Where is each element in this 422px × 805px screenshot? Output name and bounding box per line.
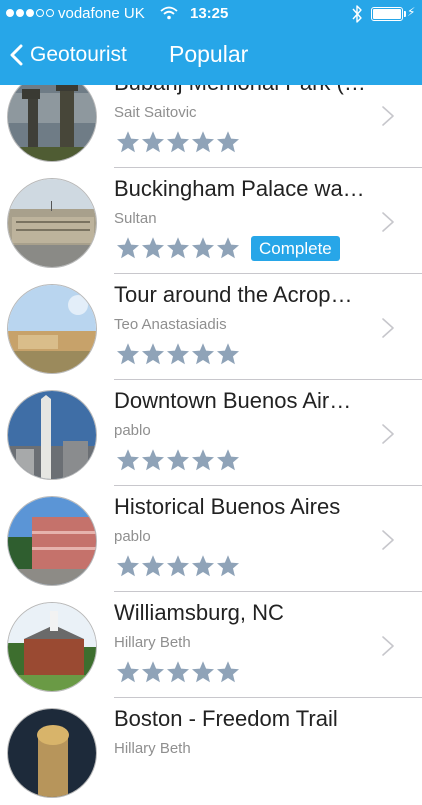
star-icon: [116, 130, 140, 154]
nav-header: vodafone UK 13:25 ⚡ Geotourist Popular: [0, 0, 422, 85]
rating-stars: [116, 660, 240, 684]
tour-title: Tour around the Acrop…: [114, 282, 353, 307]
star-icon: [191, 236, 215, 260]
tour-author: pablo: [114, 422, 151, 439]
chevron-right-icon: [382, 636, 394, 656]
rating-stars: [116, 130, 240, 154]
charging-icon: ⚡: [407, 5, 416, 19]
tour-author: Sait Saitovic: [114, 104, 197, 121]
star-icon: [141, 236, 165, 260]
star-icon: [166, 342, 190, 366]
star-icon: [141, 130, 165, 154]
row-divider: [114, 591, 422, 592]
star-icon: [166, 236, 190, 260]
chevron-right-icon: [382, 530, 394, 550]
list-item[interactable]: Tour around the Acrop… Teo Anastasiadis: [0, 276, 422, 381]
star-icon: [216, 660, 240, 684]
battery-icon: [371, 7, 406, 21]
tour-thumbnail: [7, 708, 97, 798]
tour-thumbnail: [7, 178, 97, 268]
clock-time: 13:25: [190, 5, 229, 22]
tour-title: Buckingham Palace wa…: [114, 176, 365, 201]
star-icon: [191, 660, 215, 684]
signal-strength-icon: [6, 9, 54, 17]
tour-author: Teo Anastasiadis: [114, 316, 227, 333]
star-icon: [116, 554, 140, 578]
list-item[interactable]: Williamsburg, NC Hillary Beth: [0, 594, 422, 699]
star-icon: [141, 554, 165, 578]
chevron-right-icon: [382, 318, 394, 338]
tour-author: pablo: [114, 528, 151, 545]
status-bar: vodafone UK 13:25 ⚡: [0, 0, 422, 28]
star-icon: [166, 660, 190, 684]
star-icon: [116, 236, 140, 260]
row-divider: [114, 697, 422, 698]
list-item[interactable]: Boston - Freedom Trail Hillary Beth: [0, 700, 422, 805]
tour-title: Williamsburg, NC: [114, 600, 284, 625]
chevron-left-icon: [10, 44, 23, 66]
tour-thumbnail: [7, 72, 97, 162]
star-icon: [141, 660, 165, 684]
row-divider: [114, 273, 422, 274]
rating-stars: [116, 236, 240, 260]
row-divider: [114, 167, 422, 168]
tour-thumbnail: [7, 602, 97, 692]
star-icon: [116, 448, 140, 472]
rating-stars: [116, 342, 240, 366]
tour-thumbnail: [7, 496, 97, 586]
star-icon: [116, 660, 140, 684]
star-icon: [216, 130, 240, 154]
tour-title: Downtown Buenos Air…: [114, 388, 352, 413]
tour-author: Sultan: [114, 210, 157, 227]
star-icon: [191, 130, 215, 154]
tour-list[interactable]: Bubanj Memorial Park (… Sait Saitovic Bu…: [0, 0, 422, 798]
tour-author: Hillary Beth: [114, 740, 191, 757]
rating-stars: [116, 448, 240, 472]
star-icon: [141, 448, 165, 472]
bluetooth-icon: [352, 5, 362, 23]
chevron-right-icon: [382, 212, 394, 232]
page-title: Popular: [169, 41, 249, 67]
star-icon: [216, 554, 240, 578]
star-icon: [216, 236, 240, 260]
star-icon: [191, 554, 215, 578]
chevron-right-icon: [382, 106, 394, 126]
back-label: Geotourist: [30, 43, 127, 66]
star-icon: [116, 342, 140, 366]
tour-title: Historical Buenos Aires: [114, 494, 341, 519]
star-icon: [166, 130, 190, 154]
back-button[interactable]: Geotourist: [10, 38, 127, 72]
chevron-right-icon: [382, 424, 394, 444]
star-icon: [141, 342, 165, 366]
tour-thumbnail: [7, 390, 97, 480]
row-divider: [114, 379, 422, 380]
tour-author: Hillary Beth: [114, 634, 191, 651]
star-icon: [216, 448, 240, 472]
star-icon: [191, 448, 215, 472]
list-item[interactable]: Downtown Buenos Air… pablo: [0, 382, 422, 487]
star-icon: [166, 448, 190, 472]
carrier-name: vodafone UK: [58, 5, 145, 22]
list-item[interactable]: Historical Buenos Aires pablo: [0, 488, 422, 593]
star-icon: [216, 342, 240, 366]
rating-stars: [116, 554, 240, 578]
star-icon: [191, 342, 215, 366]
list-item[interactable]: Buckingham Palace wa… Sultan Complete: [0, 170, 422, 275]
wifi-icon: [160, 6, 178, 20]
row-divider: [114, 485, 422, 486]
complete-badge: Complete: [251, 236, 340, 261]
tour-thumbnail: [7, 284, 97, 374]
tour-title: Boston - Freedom Trail: [114, 706, 338, 731]
star-icon: [166, 554, 190, 578]
